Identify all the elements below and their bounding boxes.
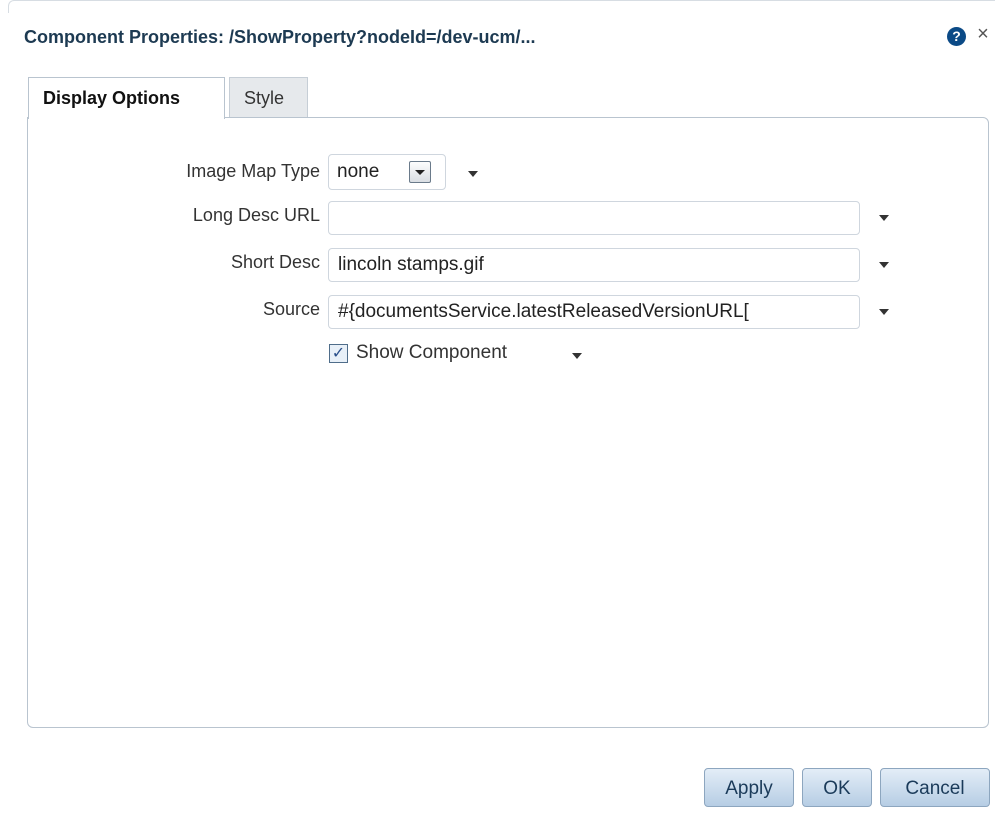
image-map-type-label: Image Map Type	[186, 161, 320, 181]
short-desc-input[interactable]: lincoln stamps.gif	[328, 248, 860, 282]
source-input[interactable]: #{documentsService.latestReleasedVersion…	[328, 295, 860, 329]
long-desc-url-label: Long Desc URL	[192, 205, 320, 225]
tab-display-options[interactable]: Display Options	[28, 77, 225, 119]
tab-style[interactable]: Style	[229, 77, 308, 117]
short-desc-menu-caret-icon[interactable]	[878, 261, 890, 269]
apply-button[interactable]: Apply	[704, 768, 794, 807]
long-desc-url-menu-caret-icon[interactable]	[878, 214, 890, 222]
source-menu-caret-icon[interactable]	[878, 308, 890, 316]
dialog-border	[8, 0, 995, 13]
close-icon[interactable]: ×	[975, 24, 991, 44]
image-map-type-menu-caret-icon[interactable]	[467, 170, 479, 178]
show-component-menu-caret-icon[interactable]	[571, 352, 583, 360]
component-properties-dialog: Component Properties: /ShowProperty?node…	[0, 0, 995, 814]
cancel-button[interactable]: Cancel	[880, 768, 990, 807]
chevron-down-icon[interactable]	[409, 161, 431, 183]
show-component-checkbox[interactable]: ✓	[329, 344, 348, 363]
ok-button[interactable]: OK	[802, 768, 872, 807]
image-map-type-value: none	[337, 161, 380, 182]
show-component-label: Show Component	[356, 342, 508, 363]
short-desc-label: Short Desc	[230, 252, 320, 272]
help-icon[interactable]: ?	[947, 27, 966, 46]
long-desc-url-input[interactable]	[328, 201, 860, 235]
dialog-title: Component Properties: /ShowProperty?node…	[24, 27, 536, 47]
image-map-type-select[interactable]: none	[328, 154, 446, 190]
source-label: Source	[262, 299, 320, 319]
